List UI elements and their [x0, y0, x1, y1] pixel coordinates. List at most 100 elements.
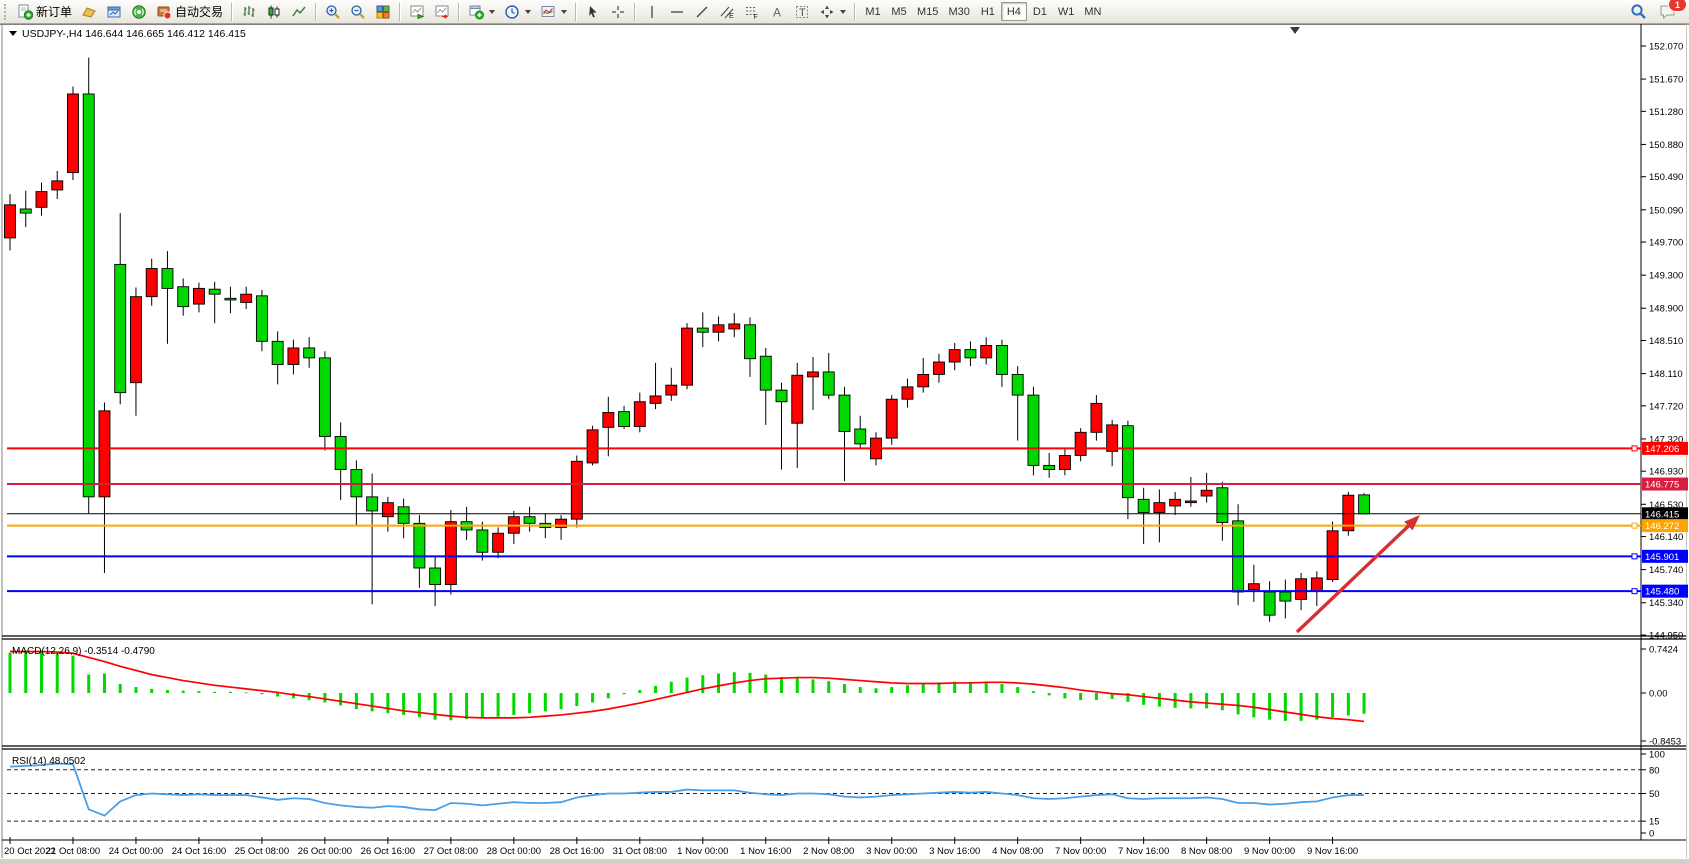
- toolbar-separator: [854, 3, 856, 21]
- candlestick-chart-icon: [266, 4, 282, 20]
- macd-histogram-bar: [890, 687, 893, 693]
- price-level-badge-text: 147.206: [1645, 444, 1679, 455]
- vertical-line-tool-button[interactable]: [640, 1, 664, 22]
- notification-badge[interactable]: 1: [1668, 0, 1687, 12]
- timeframe-button-m5[interactable]: M5: [886, 2, 912, 21]
- trendline-icon: [694, 4, 710, 20]
- new-order-button[interactable]: 新订单: [13, 1, 76, 22]
- period-clock-button[interactable]: [500, 1, 535, 22]
- trendline-tool-button[interactable]: [690, 1, 714, 22]
- macd-histogram-bar: [1300, 693, 1303, 721]
- macd-histogram-bar: [1205, 693, 1208, 708]
- level-handle: [1632, 446, 1637, 451]
- macd-histogram-bar: [182, 691, 185, 693]
- zoom-out-icon: [350, 4, 366, 20]
- new-chart-button[interactable]: [464, 1, 499, 22]
- macd-histogram-bar: [591, 693, 594, 702]
- time-axis-label: 9 Nov 00:00: [1244, 846, 1295, 857]
- timeframe-button-h1[interactable]: H1: [975, 2, 1001, 21]
- text-label-tool-button[interactable]: T: [790, 1, 814, 22]
- line-chart-button[interactable]: [287, 1, 311, 22]
- timeframe-button-w1[interactable]: W1: [1053, 2, 1080, 21]
- price-axis-label: 145.340: [1649, 598, 1683, 609]
- toolbar-separator: [458, 3, 460, 21]
- macd-histogram-bar: [843, 684, 846, 693]
- macd-histogram-bar: [24, 651, 27, 693]
- price-axis-label: 150.090: [1649, 205, 1683, 216]
- rsi-axis-label: 15: [1649, 817, 1660, 828]
- bar-chart-button[interactable]: [237, 1, 261, 22]
- templates-button[interactable]: [536, 1, 571, 22]
- macd-histogram-bar: [229, 692, 232, 693]
- macd-histogram-bar: [355, 693, 358, 709]
- timeframe-button-h4[interactable]: H4: [1001, 2, 1027, 21]
- macd-histogram-bar: [56, 652, 59, 693]
- time-axis-label: 28 Oct 00:00: [487, 846, 541, 857]
- tile-windows-button[interactable]: [371, 1, 395, 22]
- toolbar-separator: [315, 3, 317, 21]
- signals-button[interactable]: [127, 1, 151, 22]
- price-level-badge-text: 145.901: [1645, 552, 1679, 563]
- line-chart-icon: [291, 4, 307, 20]
- zoom-out-button[interactable]: [346, 1, 370, 22]
- price-level-badge-text: 146.272: [1645, 521, 1679, 532]
- rsi-axis-label: 100: [1649, 750, 1665, 761]
- macd-histogram-bar: [1221, 693, 1224, 710]
- horizontal-line-tool-button[interactable]: [665, 1, 689, 22]
- macd-histogram-bar: [1237, 693, 1240, 714]
- toolbar-grip: [4, 4, 10, 20]
- macd-histogram-bar: [386, 693, 389, 713]
- search-button[interactable]: [1626, 1, 1651, 22]
- profiles-button[interactable]: [77, 1, 101, 22]
- market-watch-button[interactable]: [102, 1, 126, 22]
- macd-histogram-bar: [103, 673, 106, 693]
- chart-canvas[interactable]: 152.070151.670151.280150.880150.490150.0…: [0, 24, 1689, 864]
- equidistant-channel-tool-button[interactable]: E: [715, 1, 739, 22]
- macd-histogram-bar: [512, 693, 515, 715]
- rsi-axis-label: 50: [1649, 789, 1660, 800]
- fibonacci-tool-button[interactable]: F: [740, 1, 764, 22]
- price-axis-label: 144.950: [1649, 631, 1683, 642]
- macd-histogram-bar: [906, 685, 909, 693]
- time-axis-label: 26 Oct 16:00: [361, 846, 415, 857]
- text-tool-button[interactable]: A: [765, 1, 789, 22]
- macd-histogram-bar: [874, 688, 877, 693]
- chart-shift-icon: [434, 4, 450, 20]
- macd-histogram-bar: [575, 693, 578, 706]
- cursor-tool-button[interactable]: [581, 1, 605, 22]
- macd-histogram-bar: [276, 693, 279, 697]
- zoom-in-button[interactable]: [321, 1, 345, 22]
- macd-indicator-label: MACD(12,26,9) -0.3514 -0.4790: [12, 646, 155, 657]
- auto-trading-button[interactable]: 自动交易: [152, 1, 227, 22]
- time-axis-label: 1 Nov 00:00: [677, 846, 728, 857]
- macd-histogram-bar: [418, 693, 421, 717]
- crosshair-icon: [610, 4, 626, 20]
- symbol-ohlc-text: USDJPY-,H4 146.644 146.665 146.412 146.4…: [22, 28, 246, 40]
- timeframe-button-m30[interactable]: M30: [943, 2, 974, 21]
- macd-histogram-bar: [71, 656, 74, 693]
- timeframe-button-mn[interactable]: MN: [1079, 2, 1106, 21]
- time-axis-label: 26 Oct 00:00: [298, 846, 352, 857]
- price-axis-label: 151.280: [1649, 107, 1683, 118]
- dropdown-caret-icon: [489, 10, 495, 14]
- clock-icon: [504, 4, 520, 20]
- macd-histogram-bar: [1252, 693, 1255, 717]
- candlestick-chart-button[interactable]: [262, 1, 286, 22]
- price-axis-label: 147.720: [1649, 401, 1683, 412]
- macd-histogram-bar: [1000, 684, 1003, 693]
- auto-scroll-button[interactable]: [405, 1, 429, 22]
- fibonacci-icon: F: [744, 4, 760, 20]
- timeframe-button-d1[interactable]: D1: [1027, 2, 1053, 21]
- arrows-tool-button[interactable]: [815, 1, 850, 22]
- timeframe-button-m15[interactable]: M15: [912, 2, 943, 21]
- chart-shift-button[interactable]: [430, 1, 454, 22]
- time-axis-label: 3 Nov 00:00: [866, 846, 917, 857]
- toolbar-separator: [634, 3, 636, 21]
- time-axis-label: 8 Nov 08:00: [1181, 846, 1232, 857]
- timeframe-button-m1[interactable]: M1: [860, 2, 886, 21]
- time-axis-label: 9 Nov 16:00: [1307, 846, 1358, 857]
- macd-histogram-bar: [670, 682, 673, 693]
- macd-histogram-bar: [1268, 693, 1271, 720]
- toolbar: 新订单 自动交: [0, 0, 1689, 24]
- crosshair-tool-button[interactable]: [606, 1, 630, 22]
